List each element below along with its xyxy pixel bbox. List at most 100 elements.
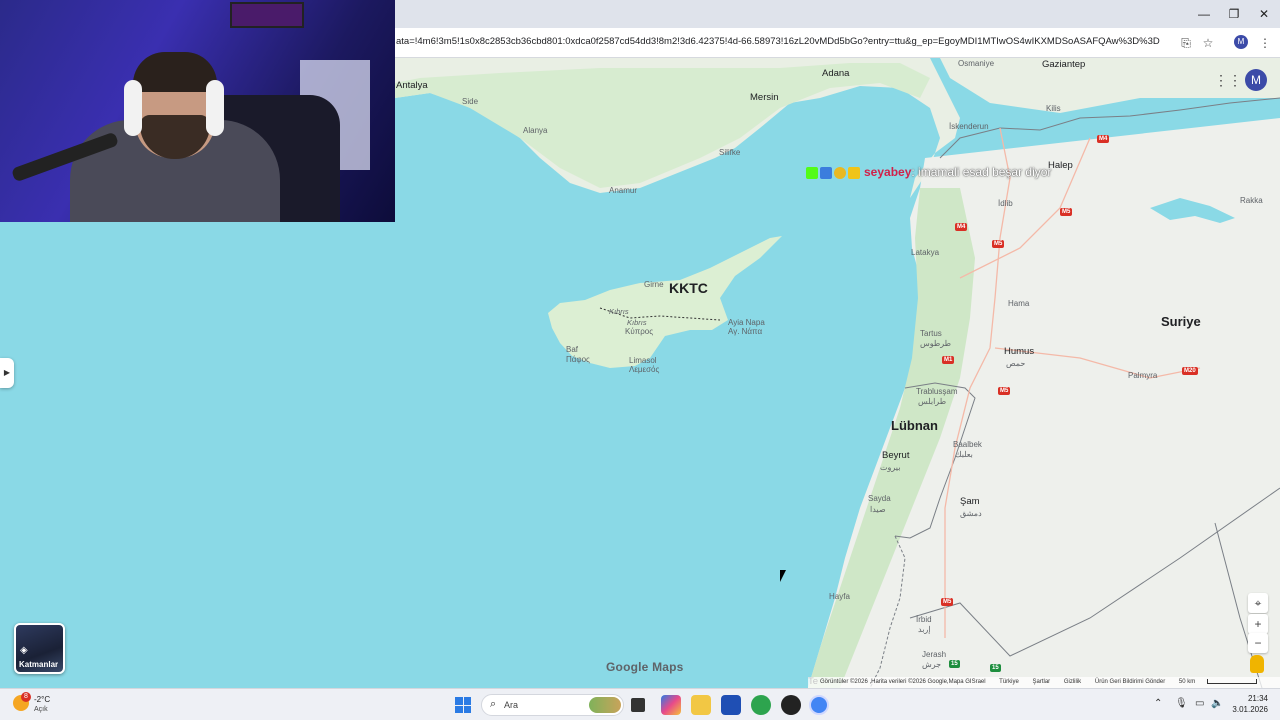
taskbar-search-box[interactable]: ⌕ Ara [481,694,624,716]
screen: — ❐ ✕ ata=!4m6!3m5!1s0x8c2853cb36cbd801:… [0,0,1280,720]
terms-link[interactable]: Şartlar [1033,679,1051,685]
maximize-button[interactable]: ❐ [1220,4,1248,24]
highway-shield: 15 [990,664,1001,672]
browser-menu-icon[interactable]: ⋮ [1256,34,1274,52]
cyprus-label-greek: Κύπρος [625,327,654,336]
tray-overflow-icon[interactable]: ⌃ [1154,698,1162,709]
city-humus-ar: حمص [1006,359,1026,368]
city-mersin[interactable]: Mersin [750,92,779,103]
city-adana[interactable]: Adana [822,68,849,79]
webcam-person-hair [133,52,217,92]
display-icon[interactable]: ▭ [1195,698,1204,709]
levant-land [808,118,1280,688]
weather-temperature[interactable]: -2°C [34,695,50,704]
zoom-out-button[interactable]: − [1248,633,1268,653]
weather-notification-badge: 8 [21,692,31,702]
headphones-icon [206,80,224,136]
start-button[interactable] [455,697,471,713]
file-explorer-icon[interactable] [691,695,711,715]
city-sam[interactable]: Şam [960,496,980,507]
close-button[interactable]: ✕ [1250,4,1278,24]
city-beyrut-ar: بيروت [880,463,901,472]
attribution-region-link[interactable]: Türkiye [999,679,1019,685]
city-lemesos-greek: Λεμεσός [629,365,660,374]
url-input[interactable]: ata=!4m6!3m5!1s0x8c2853cb36cbd801:0xdca0… [396,36,1166,52]
highway-shield: M1 [942,356,955,364]
country-label-lubnan[interactable]: Lübnan [891,419,938,432]
stream-chat-message: seyabey: imamali esad beşar diyor [806,165,1051,181]
city-kilis[interactable]: Kilis [1046,103,1061,114]
volume-icon[interactable]: 🔈 [1211,698,1223,709]
zoom-in-button[interactable]: + [1248,614,1268,634]
highway-shield: M5 [992,240,1005,248]
city-gaziantep[interactable]: Gaziantep [1042,59,1085,70]
browser-profile-avatar[interactable]: M [1234,35,1248,49]
highway-shield: M5 [941,598,954,606]
layers-icon: ◈ [20,645,28,656]
google-apps-icon[interactable]: ⋮⋮ [1214,70,1242,90]
copilot-icon[interactable] [661,695,681,715]
city-iskenderun[interactable]: İskenderun [949,121,989,132]
account-avatar[interactable]: M [1245,69,1267,91]
google-maps-logo: Google Maps [606,660,684,674]
clock-date[interactable]: 3.01.2026 [1226,705,1268,714]
city-beyrut[interactable]: Beyrut [882,450,909,461]
city-trablussam-ar: طرابلس [918,397,947,406]
chat-badge-icon [806,166,818,179]
search-icon: ⌕ [490,698,497,710]
task-view-icon[interactable] [631,698,645,712]
city-antalya[interactable]: Antalya [396,80,428,91]
webcam-overlay [0,0,395,222]
city-irbid-ar: إربد [918,625,931,634]
microsoft-store-icon[interactable] [721,695,741,715]
chrome-icon[interactable] [751,695,771,715]
city-latakya[interactable]: Latakya [911,247,939,258]
city-rakka[interactable]: Rakka [1240,195,1263,206]
chat-badge-icon [834,166,846,179]
webcam-wall-art [230,2,304,28]
clock-time[interactable]: 21:34 [1238,694,1268,703]
feedback-link[interactable]: Ürün Geri Bildirimi Gönder [1095,679,1165,685]
scale-bar [1207,678,1258,684]
city-anamur[interactable]: Anamur [609,185,637,196]
city-silifke[interactable]: Silifke [719,147,740,158]
city-palmyra[interactable]: Palmyra [1128,370,1157,381]
city-side[interactable]: Side [462,96,478,107]
install-app-icon[interactable]: ⎘ [1177,34,1195,52]
weather-condition[interactable]: Açık [34,706,48,713]
city-sayda[interactable]: Sayda [868,493,891,504]
city-girne[interactable]: Girne [644,279,664,290]
bookmark-star-icon[interactable]: ☆ [1199,34,1217,52]
chat-badge-icon [820,166,832,179]
country-label-kktc[interactable]: KKTC [669,281,708,295]
city-osmaniye[interactable]: Osmaniye [958,58,994,69]
highway-shield: M20 [1182,367,1198,375]
windows-taskbar: 8 -2°C Açık ⌕ Ara ⌃ 🎙 ▭ 🔈 21:34 3.01.202… [0,688,1280,720]
city-halep[interactable]: Halep [1048,160,1073,171]
highway-shield: M5 [1060,208,1073,216]
city-ayia-napa-greek: Αγ. Νάπα [728,327,763,336]
search-placeholder: Ara [504,700,519,710]
city-hayfa[interactable]: Hayfa [829,591,850,602]
layers-button[interactable]: ◈ Katmanlar [14,623,65,674]
city-hama[interactable]: Hama [1008,298,1029,309]
my-location-button[interactable]: ⌖ [1248,593,1268,613]
attribution-data: Görüntüler ©2026 ,Harita verileri ©2026 … [820,679,986,685]
cyprus-island [548,236,782,368]
city-sayda-ar: صيدا [870,505,886,514]
city-idlib[interactable]: İdlib [998,198,1013,209]
highway-shield: 15 [949,660,960,668]
city-humus[interactable]: Humus [1004,346,1034,357]
scale-label[interactable]: 50 km [1179,679,1195,685]
minimize-button[interactable]: — [1190,4,1218,24]
highway-shield: M4 [1097,135,1110,143]
privacy-link[interactable]: Gizlilik [1064,679,1081,685]
city-alanya[interactable]: Alanya [523,125,547,136]
chrome-profile-icon[interactable] [809,695,829,715]
obs-icon[interactable] [781,695,801,715]
microphone-icon[interactable]: 🎙 [1175,698,1188,709]
side-panel-toggle-button[interactable]: ▶ [0,358,14,388]
chat-username: seyabey [864,165,912,179]
country-label-suriye[interactable]: Suriye [1161,315,1201,328]
street-view-pegman-icon[interactable] [1250,655,1264,673]
